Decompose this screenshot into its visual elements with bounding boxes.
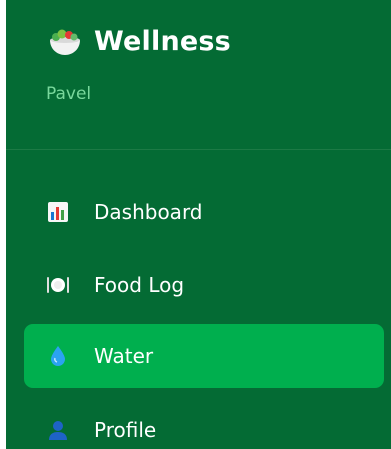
- sidebar-item-label: Food Log: [94, 273, 185, 297]
- sidebar-item-label: Water: [94, 344, 154, 368]
- sidebar-item-label: Profile: [94, 418, 157, 442]
- user-name: Pavel: [46, 84, 92, 104]
- sidebar-item-food-log[interactable]: Food Log: [24, 253, 384, 317]
- brand: Wellness: [46, 26, 231, 57]
- sidebar-item-profile[interactable]: Profile: [24, 398, 384, 449]
- bar-chart-icon: [46, 200, 70, 224]
- user-icon: [46, 418, 70, 442]
- sidebar-divider: [6, 149, 391, 150]
- fork-plate-knife-icon: [46, 273, 70, 297]
- sidebar: Wellness Pavel Dashboard Food Log Water …: [6, 0, 391, 449]
- salad-bowl-icon: [46, 27, 84, 57]
- sidebar-item-water[interactable]: Water: [24, 324, 384, 388]
- brand-title: Wellness: [94, 26, 231, 57]
- water-drop-icon: [46, 344, 70, 368]
- sidebar-item-label: Dashboard: [94, 200, 203, 224]
- sidebar-item-dashboard[interactable]: Dashboard: [24, 180, 384, 244]
